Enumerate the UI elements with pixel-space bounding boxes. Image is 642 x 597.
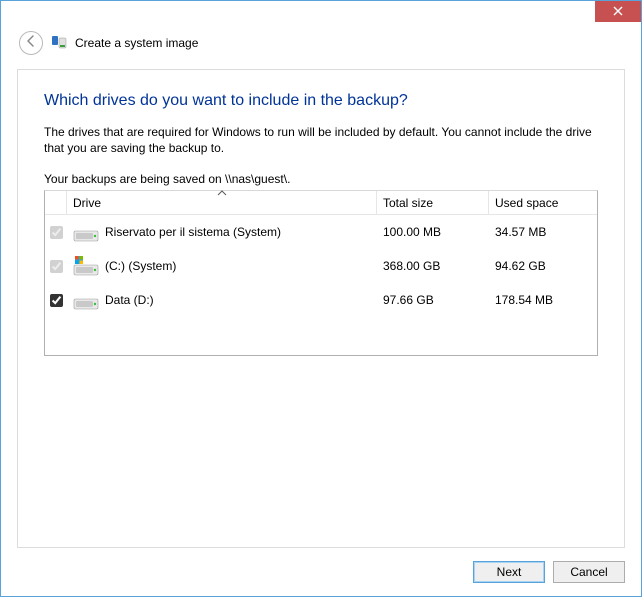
column-drive-label: Drive: [73, 196, 101, 210]
arrow-left-icon: [24, 34, 38, 53]
column-total-size-label: Total size: [383, 196, 433, 210]
back-button[interactable]: [19, 31, 43, 55]
column-used-space-label: Used space: [495, 196, 558, 210]
row-checkbox-cell: [45, 260, 67, 273]
drive-name: Riservato per il sistema (System): [105, 225, 281, 239]
drive-name: Data (D:): [105, 293, 154, 307]
drive-name: (C:) (System): [105, 259, 176, 273]
table-row[interactable]: Data (D:) 97.66 GB 178.54 MB: [45, 283, 597, 317]
row-total-size: 97.66 GB: [377, 293, 489, 307]
row-used-space: 178.54 MB: [489, 293, 597, 307]
cancel-button[interactable]: Cancel: [553, 561, 625, 583]
backup-location-prefix: Your backups are being saved on: [44, 172, 225, 186]
backup-location-suffix: .: [287, 172, 290, 186]
close-icon: [613, 4, 623, 19]
column-drive[interactable]: Drive: [67, 191, 377, 214]
row-drive-cell: Data (D:): [67, 290, 377, 310]
system-image-icon: [51, 35, 67, 51]
sort-ascending-icon: [217, 190, 227, 196]
table-header: Drive Total size Used space: [45, 191, 597, 215]
table-row[interactable]: (C:) (System) 368.00 GB 94.62 GB: [45, 249, 597, 283]
row-used-space: 34.57 MB: [489, 225, 597, 239]
table-body: Riservato per il sistema (System) 100.00…: [45, 215, 597, 355]
wizard-window: Create a system image Which drives do yo…: [0, 0, 642, 597]
row-drive-cell: (C:) (System): [67, 256, 377, 276]
close-button[interactable]: [595, 1, 641, 22]
row-total-size: 100.00 MB: [377, 225, 489, 239]
content-panel: Which drives do you want to include in t…: [17, 69, 625, 548]
table-row[interactable]: Riservato per il sistema (System) 100.00…: [45, 215, 597, 249]
footer: Next Cancel: [1, 548, 641, 596]
backup-location-line: Your backups are being saved on \\nas\gu…: [44, 172, 598, 186]
row-total-size: 368.00 GB: [377, 259, 489, 273]
column-used-space[interactable]: Used space: [489, 191, 597, 214]
page-description: The drives that are required for Windows…: [44, 124, 598, 156]
row-drive-cell: Riservato per il sistema (System): [67, 222, 377, 242]
hdd-icon: [73, 222, 99, 242]
drive-checkbox: [50, 260, 63, 273]
drive-checkbox: [50, 226, 63, 239]
window-title: Create a system image: [75, 36, 198, 50]
drive-checkbox[interactable]: [50, 294, 63, 307]
column-total-size[interactable]: Total size: [377, 191, 489, 214]
hdd-icon: [73, 290, 99, 310]
row-checkbox-cell: [45, 226, 67, 239]
next-button[interactable]: Next: [473, 561, 545, 583]
header-row: Create a system image: [19, 31, 623, 55]
column-checkbox: [45, 191, 67, 214]
drive-table: Drive Total size Used space: [44, 190, 598, 356]
row-used-space: 94.62 GB: [489, 259, 597, 273]
row-checkbox-cell: [45, 294, 67, 307]
backup-location-path: \\nas\guest\: [225, 172, 287, 186]
page-heading: Which drives do you want to include in t…: [44, 92, 598, 110]
hdd-windows-icon: [73, 256, 99, 276]
titlebar: [595, 1, 641, 23]
